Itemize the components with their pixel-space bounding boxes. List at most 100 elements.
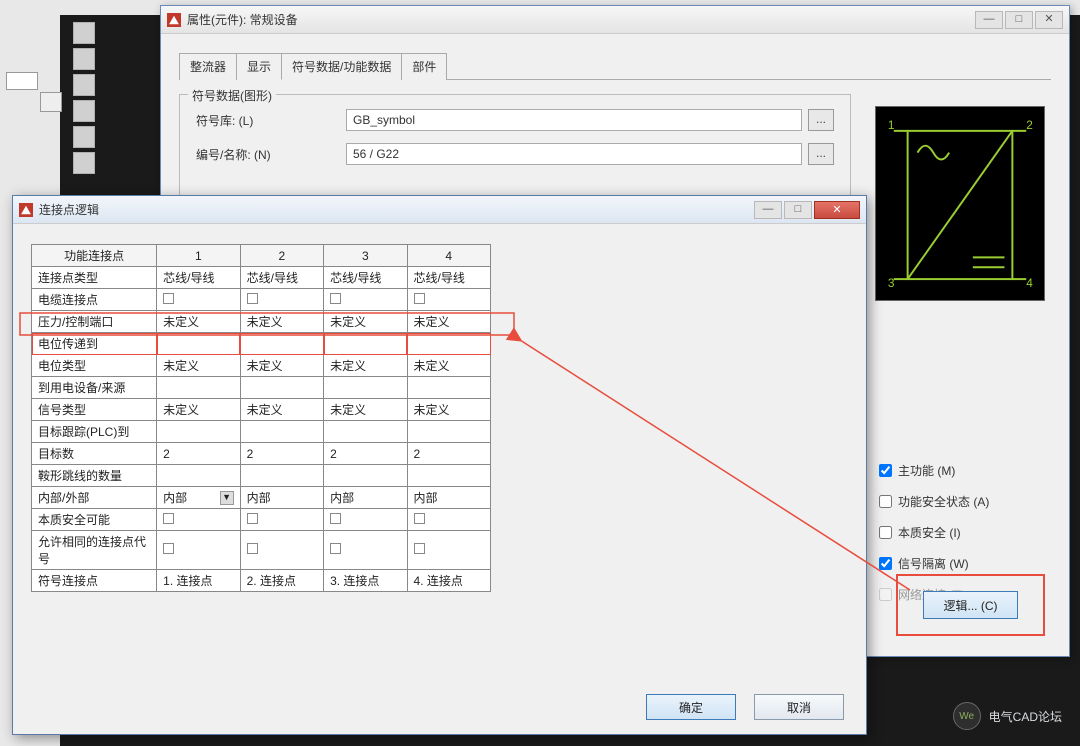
- cell[interactable]: 内部: [407, 487, 490, 509]
- tab-3[interactable]: 部件: [401, 53, 447, 80]
- cell[interactable]: [407, 465, 490, 487]
- cell[interactable]: 内部: [240, 487, 323, 509]
- cell[interactable]: 未定义: [240, 355, 323, 377]
- checkbox-option[interactable]: 主功能 (M): [875, 461, 1045, 480]
- cell[interactable]: 未定义: [240, 311, 323, 333]
- tab-1[interactable]: 显示: [236, 53, 282, 80]
- cell[interactable]: 2: [324, 443, 407, 465]
- close-button[interactable]: ✕: [1035, 11, 1063, 29]
- cell-checkbox[interactable]: [157, 531, 240, 570]
- column-header[interactable]: 功能连接点: [32, 245, 157, 267]
- checkbox[interactable]: [879, 464, 892, 477]
- cell[interactable]: 芯线/导线: [240, 267, 323, 289]
- cell-checkbox[interactable]: [324, 289, 407, 311]
- column-header[interactable]: 1: [157, 245, 240, 267]
- maximize-button[interactable]: □: [784, 201, 812, 219]
- cell[interactable]: [157, 333, 240, 355]
- cell-checkbox[interactable]: [407, 509, 490, 531]
- cancel-button[interactable]: 取消: [754, 694, 844, 720]
- cell[interactable]: [324, 421, 407, 443]
- cell[interactable]: 3. 连接点: [324, 570, 407, 592]
- cell[interactable]: 未定义: [324, 399, 407, 421]
- ok-button[interactable]: 确定: [646, 694, 736, 720]
- cell[interactable]: 未定义: [157, 399, 240, 421]
- cell[interactable]: 内部: [324, 487, 407, 509]
- cell[interactable]: [240, 465, 323, 487]
- tab-2[interactable]: 符号数据/功能数据: [281, 53, 402, 80]
- minimize-button[interactable]: —: [975, 11, 1003, 29]
- column-header[interactable]: 2: [240, 245, 323, 267]
- cell[interactable]: 未定义: [157, 355, 240, 377]
- cell[interactable]: [157, 465, 240, 487]
- cell[interactable]: 未定义: [324, 355, 407, 377]
- cell[interactable]: 芯线/导线: [157, 267, 240, 289]
- tab-0[interactable]: 整流器: [179, 53, 237, 80]
- cell[interactable]: 2: [240, 443, 323, 465]
- cell[interactable]: 未定义: [157, 311, 240, 333]
- minimize-button[interactable]: —: [754, 201, 782, 219]
- browse-button[interactable]: ...: [808, 143, 834, 165]
- cell[interactable]: [324, 465, 407, 487]
- cell[interactable]: 芯线/导线: [324, 267, 407, 289]
- titlebar[interactable]: 属性(元件): 常规设备 — □ ✕: [161, 6, 1069, 34]
- browse-small-button[interactable]: [40, 92, 62, 112]
- field-value[interactable]: GB_symbol: [346, 109, 802, 131]
- cell-checkbox[interactable]: [407, 289, 490, 311]
- titlebar[interactable]: 连接点逻辑 — □ ✕: [13, 196, 866, 224]
- tool-icon[interactable]: [73, 48, 95, 70]
- tool-icon[interactable]: [73, 126, 95, 148]
- cell-checkbox[interactable]: [324, 509, 407, 531]
- logic-button[interactable]: 逻辑... (C): [923, 591, 1018, 619]
- cell[interactable]: 未定义: [324, 311, 407, 333]
- checkbox-option[interactable]: 信号隔离 (W): [875, 554, 1045, 573]
- cell-checkbox[interactable]: [407, 531, 490, 570]
- cell[interactable]: [157, 377, 240, 399]
- cell[interactable]: 未定义: [407, 311, 490, 333]
- tool-icon[interactable]: [73, 152, 95, 174]
- checkbox[interactable]: [879, 557, 892, 570]
- cell[interactable]: [240, 421, 323, 443]
- cell-checkbox[interactable]: [240, 531, 323, 570]
- checkbox[interactable]: [879, 495, 892, 508]
- cell[interactable]: [157, 421, 240, 443]
- cell-checkbox[interactable]: [157, 289, 240, 311]
- checkbox[interactable]: [879, 526, 892, 539]
- cell[interactable]: [240, 377, 323, 399]
- cell-checkbox[interactable]: [240, 509, 323, 531]
- unknown-dropdown[interactable]: [6, 72, 38, 90]
- cell-checkbox[interactable]: [324, 531, 407, 570]
- column-header[interactable]: 3: [324, 245, 407, 267]
- cell-dropdown[interactable]: 内部▼: [157, 487, 240, 509]
- cell[interactable]: 未定义: [407, 399, 490, 421]
- close-button[interactable]: ✕: [814, 201, 860, 219]
- cell[interactable]: 芯线/导线: [407, 267, 490, 289]
- cell[interactable]: 2. 连接点: [240, 570, 323, 592]
- cell[interactable]: [407, 377, 490, 399]
- browse-button[interactable]: ...: [808, 109, 834, 131]
- tool-icon[interactable]: [73, 74, 95, 96]
- cell[interactable]: 2: [157, 443, 240, 465]
- maximize-button[interactable]: □: [1005, 11, 1033, 29]
- cell[interactable]: [324, 333, 407, 355]
- cell[interactable]: 1. 连接点: [157, 570, 240, 592]
- connection-logic-table[interactable]: 功能连接点1234连接点类型芯线/导线芯线/导线芯线/导线芯线/导线电缆连接点压…: [31, 244, 491, 592]
- row-label: 电位类型: [32, 355, 157, 377]
- cell[interactable]: [407, 333, 490, 355]
- checkbox-option[interactable]: 本质安全 (I): [875, 523, 1045, 542]
- cell[interactable]: [240, 333, 323, 355]
- cell-checkbox[interactable]: [240, 289, 323, 311]
- column-header[interactable]: 4: [407, 245, 490, 267]
- checkbox-option[interactable]: 功能安全状态 (A): [875, 492, 1045, 511]
- cell-checkbox[interactable]: [157, 509, 240, 531]
- watermark-text: 电气CAD论坛: [989, 708, 1062, 725]
- cell[interactable]: 2: [407, 443, 490, 465]
- cell[interactable]: [407, 421, 490, 443]
- tool-icon[interactable]: [73, 100, 95, 122]
- cell[interactable]: 未定义: [240, 399, 323, 421]
- chevron-down-icon[interactable]: ▼: [220, 491, 234, 505]
- tool-icon[interactable]: [73, 22, 95, 44]
- cell[interactable]: 4. 连接点: [407, 570, 490, 592]
- cell[interactable]: 未定义: [407, 355, 490, 377]
- field-value[interactable]: 56 / G22: [346, 143, 802, 165]
- cell[interactable]: [324, 377, 407, 399]
